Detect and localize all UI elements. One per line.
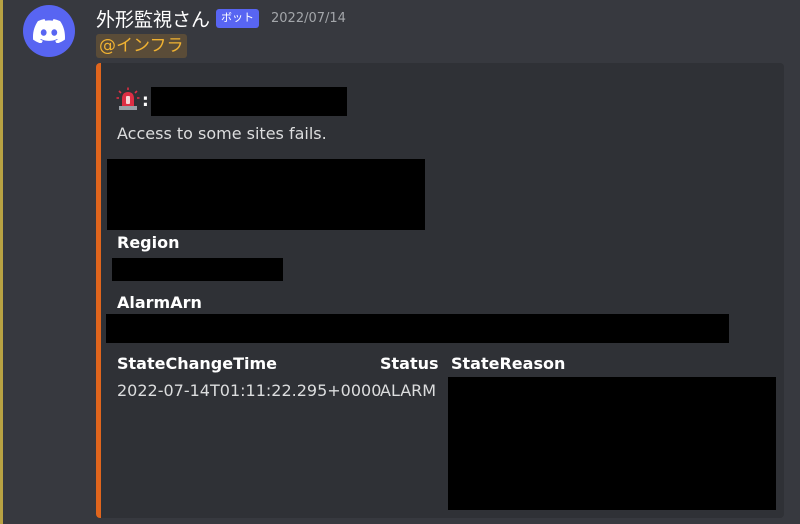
siren-icon — [116, 87, 140, 115]
redacted-alarmarn-value — [106, 314, 729, 343]
username[interactable]: 外形監視さん — [96, 5, 210, 32]
bot-tag: ボット — [216, 8, 260, 28]
field-region-name: Region — [117, 233, 180, 252]
field-statereason-name: StateReason — [451, 354, 566, 373]
message-header: 外形監視さん ボット 2022/07/14 — [96, 3, 346, 33]
redacted-statereason-value — [448, 377, 776, 510]
field-status-value: ALARM — [380, 381, 437, 400]
bot-avatar[interactable] — [23, 5, 75, 57]
redacted-block — [107, 159, 425, 230]
field-statechangetime-value: 2022-07-14T01:11:22.295+0000 — [117, 381, 382, 400]
redacted-title — [151, 87, 347, 116]
message-row: 外形監視さん ボット 2022/07/14 @インフラ : Access to … — [0, 0, 800, 524]
embed-title: : — [116, 86, 149, 116]
field-statechangetime-name: StateChangeTime — [117, 354, 278, 373]
mention-highlight-bar — [0, 0, 3, 524]
discord-logo-icon — [33, 19, 65, 43]
timestamp[interactable]: 2022/07/14 — [271, 11, 346, 26]
field-alarmarn-name: AlarmArn — [117, 293, 202, 312]
embed-title-text: : — [142, 91, 149, 111]
redacted-region-value — [112, 258, 283, 281]
embed-description: Access to some sites fails. — [117, 124, 327, 143]
role-mention[interactable]: @インフラ — [96, 34, 187, 58]
field-status-name: Status — [380, 354, 439, 373]
